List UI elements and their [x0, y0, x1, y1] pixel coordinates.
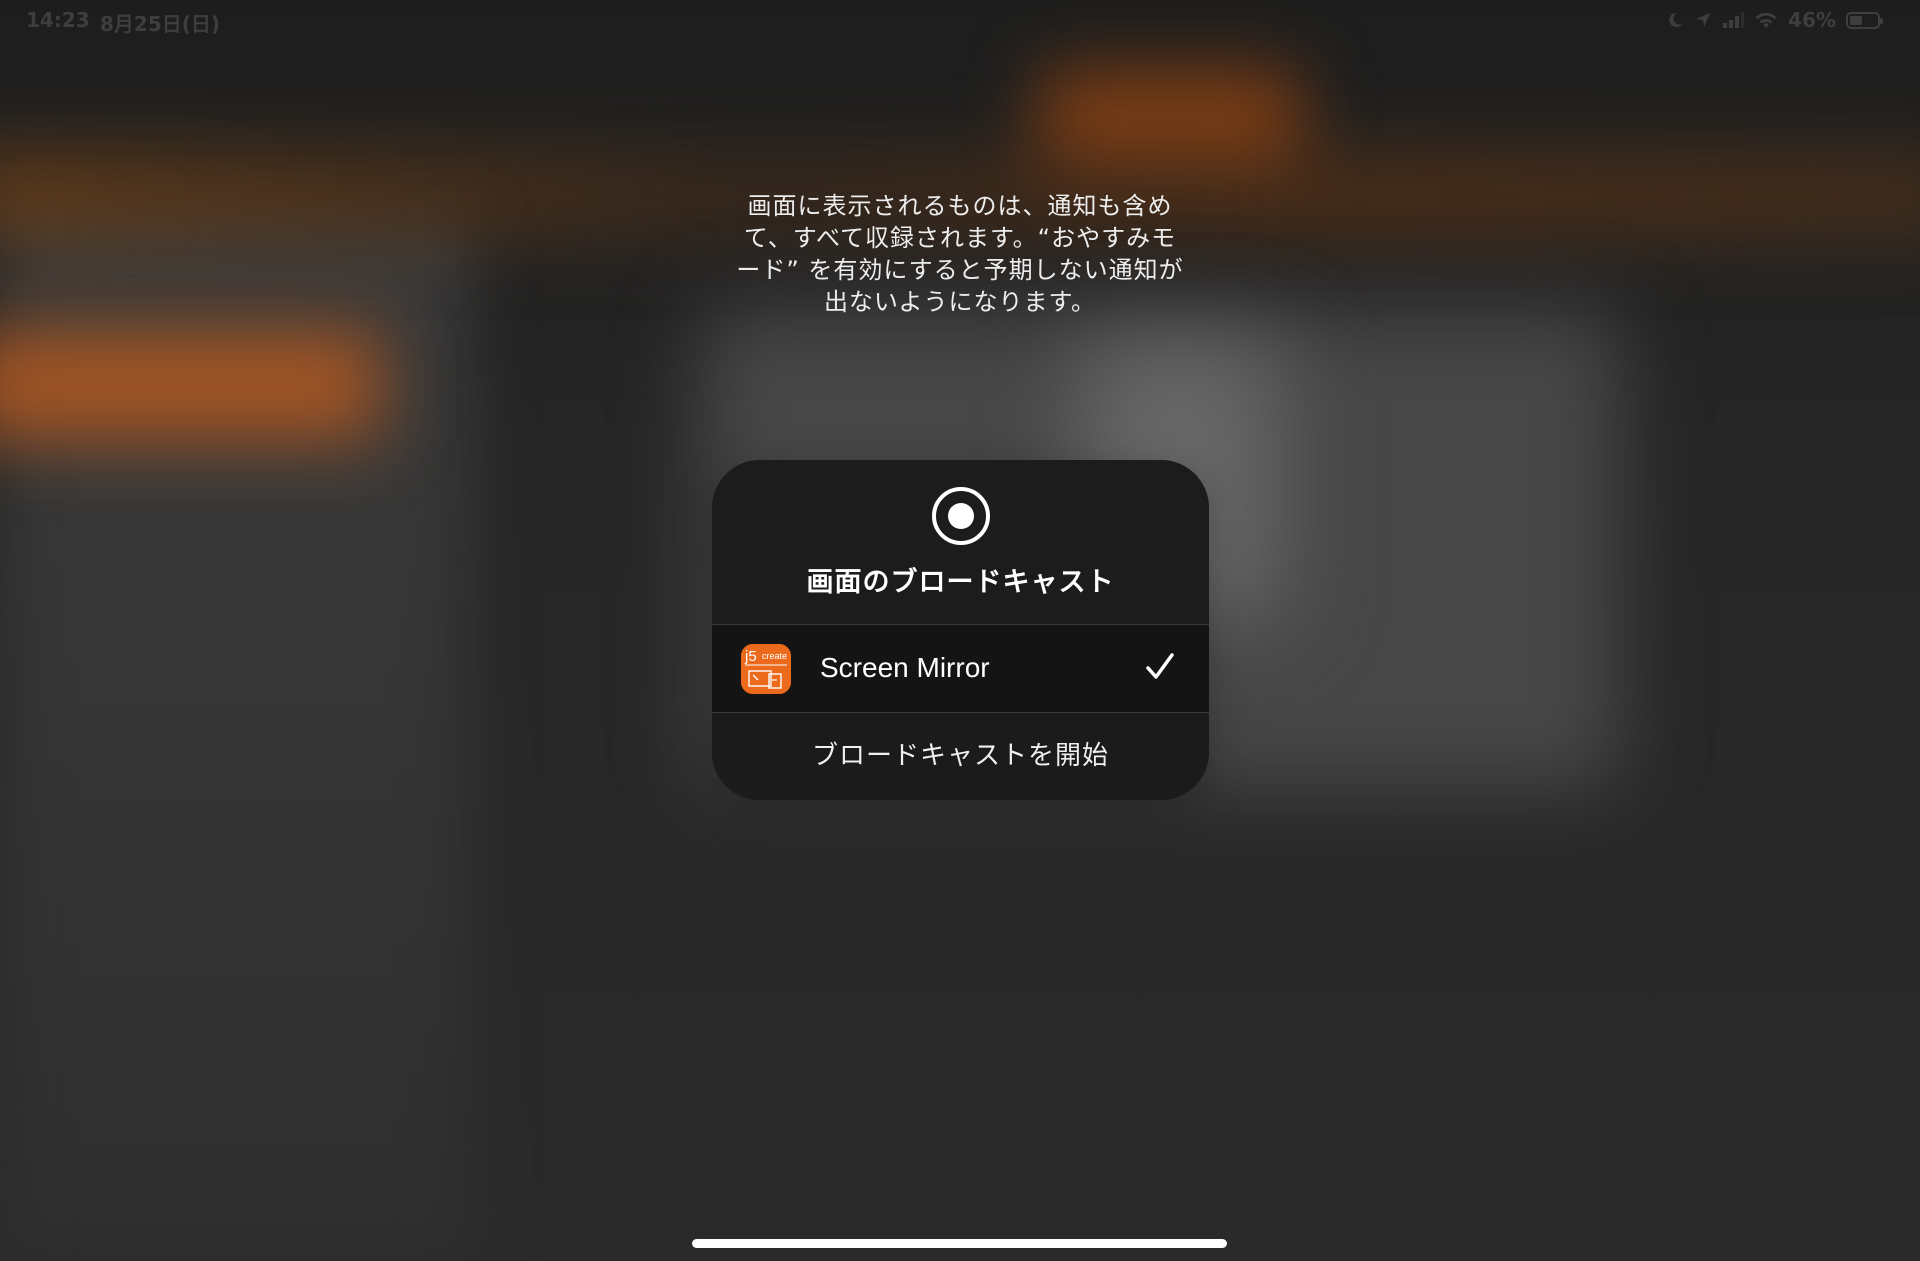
- info-line: 画面に表示されるものは、通知も含め: [747, 192, 1173, 220]
- start-broadcast-button[interactable]: ブロードキャストを開始: [712, 713, 1209, 800]
- screen-record-icon: [932, 487, 990, 545]
- wifi-icon: [1754, 11, 1778, 29]
- app-name: Screen Mirror: [820, 652, 990, 683]
- status-time: 14:23: [26, 8, 90, 32]
- moon-icon: [1666, 11, 1684, 29]
- battery-percent: 46%: [1788, 8, 1836, 32]
- blurred-orange-accent: [1040, 70, 1300, 160]
- status-date: 8月25日(日): [100, 12, 221, 36]
- broadcast-info-message: 画面に表示されるものは、通知も含め て、すべて収録されます。“おやすみモ ード”…: [720, 190, 1200, 318]
- battery-icon: [1846, 11, 1883, 29]
- svg-text:create: create: [762, 651, 787, 661]
- checkmark-icon: [1145, 652, 1175, 686]
- dialog-title: 画面のブロードキャスト: [806, 567, 1115, 598]
- blurred-selected-item: [0, 330, 380, 440]
- broadcast-dialog: 画面のブロードキャスト j5 create Screen Mirror ブロード…: [712, 460, 1209, 800]
- svg-text:j5: j5: [744, 648, 757, 665]
- info-line: ード” を有効にすると予期しない通知が: [736, 256, 1184, 284]
- info-line: 出ないようになります。: [823, 288, 1097, 316]
- info-line: て、すべて収録されます。“おやすみモ: [743, 224, 1177, 252]
- battery-level: [1850, 15, 1862, 25]
- dialog-header: 画面のブロードキャスト: [712, 460, 1209, 624]
- broadcast-app-option[interactable]: j5 create Screen Mirror: [712, 625, 1209, 712]
- location-icon: [1694, 11, 1712, 29]
- status-bar: 14:23 8月25日(日) 46%: [0, 0, 1920, 42]
- status-indicators: 46%: [1666, 8, 1883, 32]
- cellular-signal-icon: [1722, 12, 1745, 28]
- screen: 14:23 8月25日(日) 46% 画面に表示されるものは、通知も含め て、す…: [0, 0, 1920, 1261]
- home-indicator[interactable]: [692, 1239, 1227, 1248]
- j5create-app-icon: j5 create: [741, 644, 791, 694]
